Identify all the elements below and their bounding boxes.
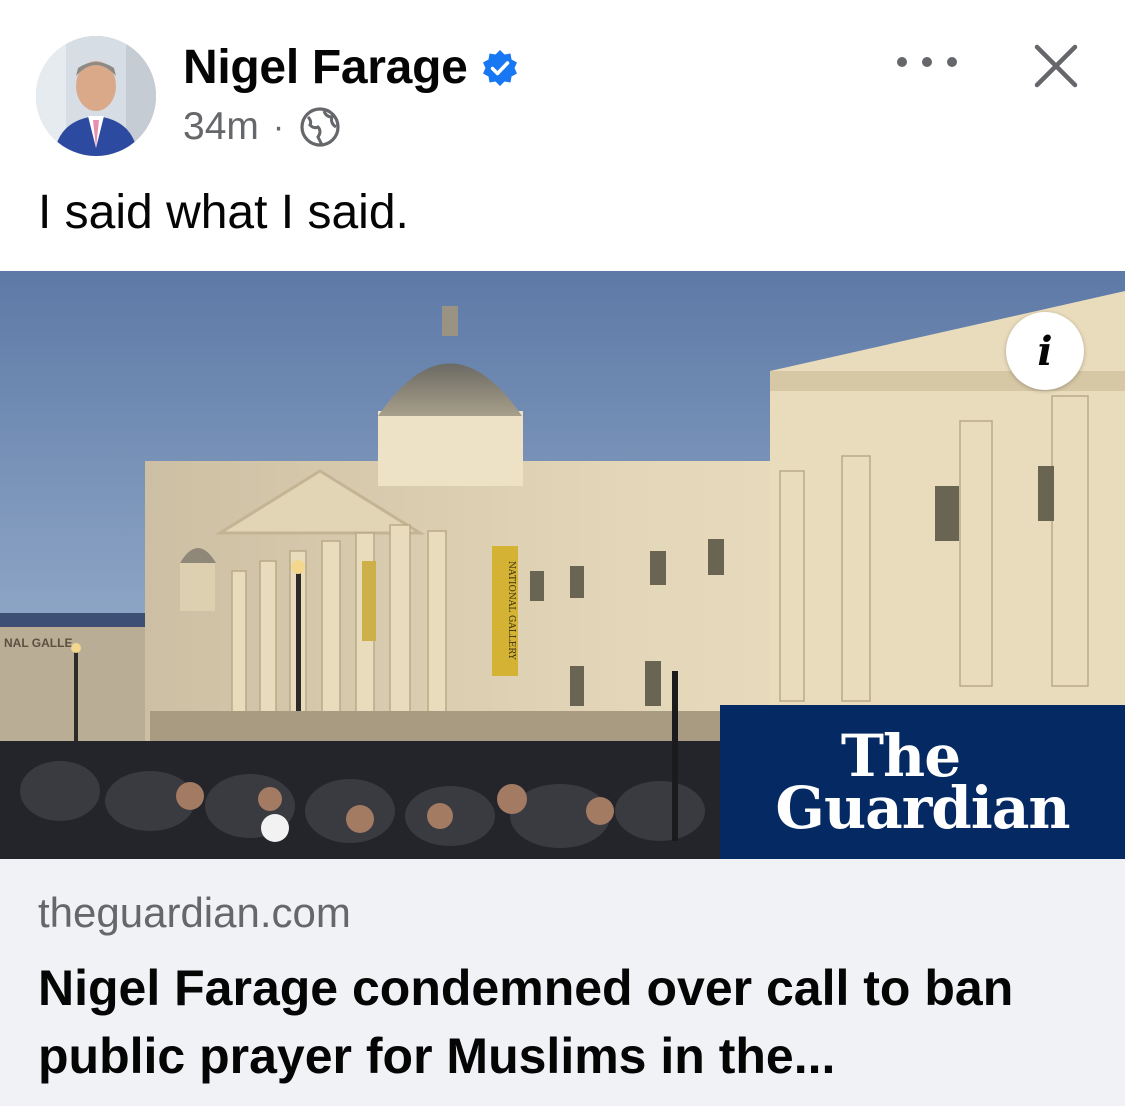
more-dot-icon <box>897 57 907 67</box>
verified-badge-icon <box>482 49 517 86</box>
post-header: Nigel Farage 34m · I said what I said. <box>0 0 1125 270</box>
link-preview-card[interactable]: NAL GALLE NATIONAL GALLERY i The Guardia… <box>0 271 1125 1106</box>
avatar[interactable] <box>36 36 156 156</box>
info-icon: i <box>1037 327 1053 375</box>
link-headline[interactable]: Nigel Farage condemned over call to ban … <box>38 954 1098 1090</box>
more-dot-icon <box>947 57 957 67</box>
author-name[interactable]: Nigel Farage <box>183 40 520 95</box>
publisher-logo-line2: Guardian <box>775 774 1070 842</box>
article-image[interactable]: NAL GALLE NATIONAL GALLERY i The Guardia… <box>0 271 1125 859</box>
timestamp[interactable]: 34m <box>183 105 259 149</box>
author-name-text[interactable]: Nigel Farage <box>183 40 468 95</box>
post-caption: I said what I said. <box>38 186 409 239</box>
more-options-button[interactable] <box>897 42 957 82</box>
meta-separator: · <box>272 107 285 146</box>
link-preview-footer[interactable]: theguardian.com Nigel Farage condemned o… <box>0 859 1125 1106</box>
post-meta: 34m · <box>183 105 342 149</box>
link-domain: theguardian.com <box>38 889 351 936</box>
gallery-sign-left: NAL GALLE <box>4 636 72 650</box>
close-icon[interactable] <box>1031 41 1081 91</box>
globe-icon[interactable] <box>298 105 342 149</box>
info-button[interactable]: i <box>1006 312 1084 390</box>
gallery-banner-vertical: NATIONAL GALLERY <box>506 561 516 661</box>
more-dot-icon <box>922 57 932 67</box>
publisher-logo: The Guardian <box>720 705 1125 859</box>
